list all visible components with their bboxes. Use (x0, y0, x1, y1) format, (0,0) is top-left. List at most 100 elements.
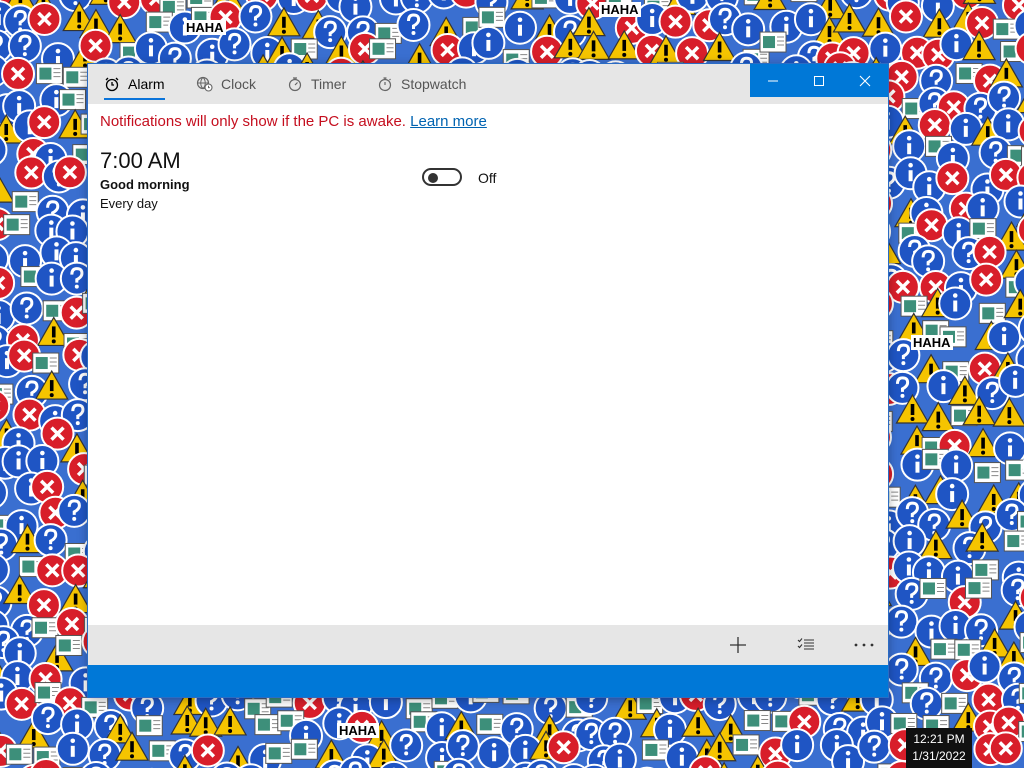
notepad-icon (62, 66, 90, 88)
notepad-icon (290, 738, 318, 760)
info-icon (502, 10, 537, 45)
notepad-icon (5, 743, 33, 765)
error-icon (988, 731, 1023, 766)
add-icon (730, 637, 746, 653)
info-icon (993, 431, 1024, 466)
info-icon (938, 286, 973, 321)
notepad-icon (732, 734, 760, 756)
select-alarms-button[interactable] (786, 625, 826, 665)
error-icon (969, 262, 1004, 297)
notepad-icon (1019, 632, 1024, 654)
tab-label: Timer (311, 76, 347, 92)
notepad-icon (641, 739, 669, 761)
info-icon (731, 12, 766, 47)
notepad-icon (186, 0, 214, 9)
notepad-icon (254, 714, 282, 736)
error-icon (190, 733, 225, 768)
question-icon (841, 0, 872, 10)
alarm-name: Good morning (100, 177, 190, 192)
toggle-knob (428, 173, 438, 183)
notepad-icon (930, 638, 958, 660)
window-bottom-strip (88, 665, 888, 697)
close-icon (859, 75, 871, 86)
notepad-icon (58, 89, 86, 111)
question-icon (389, 728, 424, 763)
learn-more-link[interactable]: Learn more (410, 113, 487, 130)
maximize-button[interactable] (796, 64, 842, 97)
question-icon (884, 604, 919, 639)
haha-label: HAHA (599, 2, 641, 17)
notepad-icon (1017, 511, 1024, 533)
notepad-icon (135, 715, 163, 737)
haha-label: HAHA (184, 20, 226, 35)
caption-buttons (750, 64, 888, 97)
info-icon (780, 728, 815, 763)
alarm-time: 7:00 AM (100, 148, 181, 173)
error-icon (52, 155, 87, 190)
close-button[interactable] (842, 64, 888, 97)
notepad-icon (3, 214, 31, 236)
toggle-state-label: Off (478, 170, 497, 186)
stopwatch-icon (378, 77, 392, 92)
active-tab-indicator (104, 98, 165, 100)
info-icon (939, 448, 974, 483)
haha-label: HAHA (337, 723, 379, 738)
notepad-icon (476, 713, 504, 735)
info-icon (602, 742, 637, 768)
notepad-icon (478, 6, 506, 28)
notepad-icon (1005, 459, 1024, 481)
taskbar-clock[interactable]: 12:21 PM 1/31/2022 (906, 728, 972, 768)
error-icon (1, 56, 36, 91)
notepad-icon (31, 617, 59, 639)
tab-timer[interactable]: Timer (287, 64, 346, 104)
info-icon (55, 731, 90, 766)
notepad-icon (1003, 530, 1024, 552)
tab-clock[interactable]: Clock (196, 64, 256, 104)
error-icon (935, 161, 970, 196)
globe-clock-icon (196, 76, 213, 92)
notepad-icon (759, 31, 787, 53)
clock-time: 12:21 PM (913, 732, 965, 746)
alarm-repeat: Every day (100, 196, 158, 211)
question-icon (57, 493, 92, 528)
question-icon (884, 652, 919, 687)
minimize-button[interactable] (750, 64, 796, 97)
question-icon (857, 729, 892, 764)
tab-alarm[interactable]: Alarm (104, 64, 165, 104)
alarm-clock-icon (105, 77, 119, 92)
question-icon (396, 7, 431, 42)
error-icon (546, 730, 581, 765)
error-icon (78, 28, 113, 63)
question-icon (0, 478, 8, 508)
maximize-icon (814, 75, 824, 86)
error-icon (27, 105, 62, 140)
tab-stopwatch[interactable]: Stopwatch (377, 64, 466, 104)
notepad-icon (971, 559, 999, 581)
question-icon (9, 291, 44, 326)
info-icon (477, 736, 512, 768)
notepad-icon (35, 63, 63, 85)
notepad-icon (790, 0, 818, 3)
notepad-icon (55, 634, 83, 656)
tab-label: Stopwatch (401, 76, 467, 92)
alarm-toggle-switch[interactable] (422, 168, 462, 186)
clock-date: 1/31/2022 (912, 749, 966, 763)
haha-label: HAHA (911, 335, 953, 350)
timer-icon (288, 77, 302, 92)
select-alarms-icon (797, 638, 814, 650)
notepad-icon (743, 710, 771, 732)
notepad-icon (369, 38, 397, 60)
notepad-icon (1018, 682, 1024, 704)
notepad-icon (919, 577, 947, 599)
bottom-command-bar (88, 625, 888, 665)
warning-icon (0, 176, 15, 203)
error-icon (658, 4, 693, 39)
notepad-icon (32, 352, 60, 374)
error-icon (107, 0, 142, 20)
more-icon (854, 643, 874, 647)
warning-icon (753, 0, 788, 11)
add-alarm-button[interactable] (718, 625, 758, 665)
more-options-button[interactable] (844, 625, 884, 665)
alarms-clock-window: Alarm Clock Timer Stopwatch Notification… (88, 64, 888, 697)
error-icon (888, 0, 923, 34)
